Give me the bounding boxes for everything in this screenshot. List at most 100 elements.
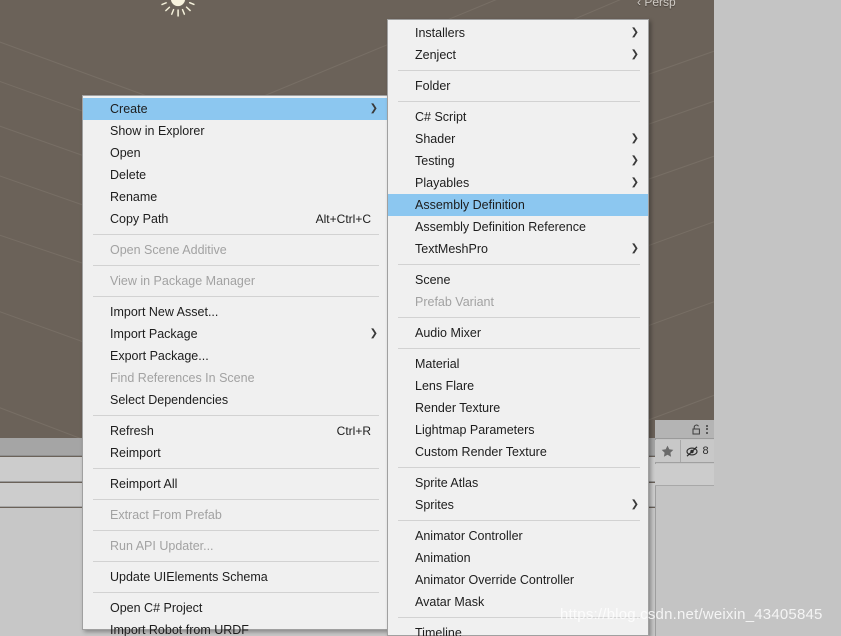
menu-item-label: Create [110, 102, 148, 116]
menu-item[interactable]: Scene [388, 269, 648, 291]
menu-item[interactable]: Update UIElements Schema [83, 566, 387, 588]
menu-item[interactable]: Zenject ❯ [388, 44, 648, 66]
menu-item[interactable]: Sprite Atlas [388, 472, 648, 494]
menu-separator [93, 499, 379, 500]
menu-item-label: TextMeshPro [415, 242, 488, 256]
menu-item[interactable]: Animation [388, 547, 648, 569]
assets-context-menu[interactable]: Create ❯ Show in Explorer Open Delete Rename C… [82, 95, 388, 636]
menu-item[interactable]: Timeline [388, 622, 648, 636]
hidden-objects-count: 8 [702, 445, 709, 457]
menu-item-label: Find References In Scene [110, 371, 255, 385]
menu-item-label: C# Script [415, 110, 467, 124]
chevron-right-icon: ❯ [630, 27, 639, 38]
menu-item-label: Sprite Atlas [415, 476, 479, 490]
unity-editor-window: ‹ Persp 8 Create ❯ Show in Explorer Open… [0, 0, 841, 636]
menu-item[interactable]: Lens Flare [388, 375, 648, 397]
chevron-right-icon: ❯ [369, 328, 378, 339]
menu-item[interactable]: Copy Path Alt+Ctrl+C [83, 208, 387, 230]
menu-item[interactable]: Sprites ❯ [388, 494, 648, 516]
chevron-right-icon: ❯ [630, 177, 639, 188]
eye-off-icon [686, 445, 698, 457]
menu-item-label: Prefab Variant [415, 295, 494, 309]
menu-separator [398, 520, 640, 521]
menu-item-label: Refresh [110, 424, 154, 438]
menu-item-label: Import Package [110, 327, 198, 341]
menu-item[interactable]: Open [83, 142, 387, 164]
menu-separator [398, 467, 640, 468]
directional-light-gizmo[interactable] [158, 0, 198, 26]
menu-item[interactable]: Audio Mixer [388, 322, 648, 344]
menu-item[interactable]: Import Package ❯ [83, 323, 387, 345]
menu-item-label: Animator Controller [415, 529, 523, 543]
menu-item-label: Copy Path [110, 212, 169, 226]
menu-item-label: Reimport All [110, 477, 178, 491]
menu-item-label: Import New Asset... [110, 305, 219, 319]
chevron-right-icon: ❯ [630, 155, 639, 166]
menu-item-label: Rename [110, 190, 158, 204]
menu-item[interactable]: Playables ❯ [388, 172, 648, 194]
menu-item[interactable]: Animator Controller [388, 525, 648, 547]
hidden-objects-indicator[interactable]: 8 [681, 445, 714, 457]
menu-item-label: Open Scene Additive [110, 243, 227, 257]
menu-item-label: Installers [415, 26, 466, 40]
menu-item[interactable]: Testing ❯ [388, 150, 648, 172]
menu-item-label: Animator Override Controller [415, 573, 575, 587]
menu-item[interactable]: Select Dependencies [83, 389, 387, 411]
menu-item-label: Playables [415, 176, 470, 190]
menu-item-label: Scene [415, 273, 451, 287]
menu-item: Prefab Variant [388, 291, 648, 313]
menu-item[interactable]: Animator Override Controller [388, 569, 648, 591]
menu-item[interactable]: TextMeshPro ❯ [388, 238, 648, 260]
menu-item-shortcut: Alt+Ctrl+C [315, 212, 371, 226]
menu-item: View in Package Manager [83, 270, 387, 292]
menu-item[interactable]: Show in Explorer [83, 120, 387, 142]
menu-item[interactable]: Import New Asset... [83, 301, 387, 323]
lock-icon[interactable] [692, 424, 701, 435]
scene-view-perspective-label: ‹ Persp [637, 0, 676, 9]
menu-separator [398, 348, 640, 349]
menu-item-label: Import Robot from URDF [110, 623, 249, 636]
menu-separator [93, 561, 379, 562]
chevron-right-icon: ❯ [630, 49, 639, 60]
menu-item[interactable]: Material [388, 353, 648, 375]
menu-separator [398, 70, 640, 71]
menu-item[interactable]: Create ❯ [83, 98, 387, 120]
menu-item[interactable]: Import Robot from URDF [83, 619, 387, 636]
menu-item-label: Delete [110, 168, 147, 182]
menu-item[interactable]: Refresh Ctrl+R [83, 420, 387, 442]
menu-separator [93, 234, 379, 235]
menu-item[interactable]: Lightmap Parameters [388, 419, 648, 441]
menu-item[interactable]: Assembly Definition [388, 194, 648, 216]
menu-item-label: Export Package... [110, 349, 209, 363]
menu-item[interactable]: C# Script [388, 106, 648, 128]
menu-item[interactable]: Export Package... [83, 345, 387, 367]
menu-item[interactable]: Shader ❯ [388, 128, 648, 150]
menu-item[interactable]: Open C# Project [83, 597, 387, 619]
menu-item[interactable]: Avatar Mask [388, 591, 648, 613]
menu-item[interactable]: Folder [388, 75, 648, 97]
menu-item[interactable]: Assembly Definition Reference [388, 216, 648, 238]
menu-item[interactable]: Delete [83, 164, 387, 186]
menu-item[interactable]: Custom Render Texture [388, 441, 648, 463]
menu-item[interactable]: Installers ❯ [388, 22, 648, 44]
chevron-right-icon: ❯ [630, 133, 639, 144]
menu-item: Find References In Scene [83, 367, 387, 389]
chevron-left-icon: ‹ [637, 0, 641, 9]
menu-item-label: Material [415, 357, 460, 371]
menu-item-shortcut: Ctrl+R [336, 424, 371, 438]
menu-item-label: Shader [415, 132, 456, 146]
create-submenu[interactable]: Installers ❯ Zenject ❯ Folder C# Script Shader… [387, 19, 649, 636]
star-icon[interactable] [655, 440, 681, 462]
inspector-empty-row [655, 464, 714, 486]
menu-item-label: Timeline [415, 626, 462, 636]
menu-item[interactable]: Reimport All [83, 473, 387, 495]
kebab-menu-icon[interactable] [706, 424, 708, 434]
menu-item[interactable]: Render Texture [388, 397, 648, 419]
inspector-favorites-row: 8 [655, 440, 714, 463]
menu-item[interactable]: Reimport [83, 442, 387, 464]
menu-separator [93, 592, 379, 593]
menu-separator [93, 415, 379, 416]
menu-item: Run API Updater... [83, 535, 387, 557]
menu-separator [398, 617, 640, 618]
menu-item[interactable]: Rename [83, 186, 387, 208]
